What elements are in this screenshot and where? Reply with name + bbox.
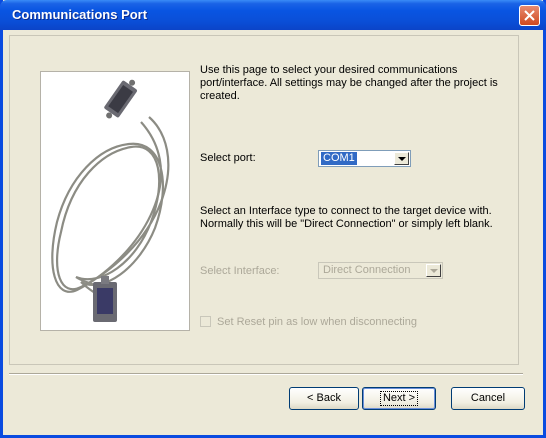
interface-select[interactable]: Direct Connection xyxy=(318,262,443,279)
interface-select-value: Direct Connection xyxy=(323,264,411,276)
port-select[interactable]: COM1 xyxy=(318,150,411,167)
next-button[interactable]: Next > xyxy=(362,387,436,410)
serial-cable-picture xyxy=(40,71,190,331)
title-bar[interactable]: Communications Port xyxy=(0,0,546,30)
back-button-label: < Back xyxy=(307,392,341,404)
intro-text: Use this page to select your desired com… xyxy=(200,64,498,102)
cancel-button-label: Cancel xyxy=(470,392,506,404)
interface-label: Select Interface: xyxy=(200,265,280,277)
back-button[interactable]: < Back xyxy=(289,387,359,410)
reset-pin-checkbox[interactable] xyxy=(200,316,211,327)
chevron-down-icon[interactable] xyxy=(426,264,441,277)
interface-text: Select an Interface type to connect to t… xyxy=(200,205,493,230)
next-button-label: Next > xyxy=(379,391,419,406)
close-button[interactable] xyxy=(519,5,540,26)
port-select-value: COM1 xyxy=(320,151,358,166)
port-label: Select port: xyxy=(200,152,256,164)
window-title: Communications Port xyxy=(12,7,148,22)
close-icon xyxy=(524,10,535,21)
divider xyxy=(9,373,523,375)
reset-pin-label: Set Reset pin as low when disconnecting xyxy=(217,316,417,328)
chevron-down-icon[interactable] xyxy=(394,152,409,165)
dialog-window: Communications Port Use this page to sel… xyxy=(0,0,546,438)
cancel-button[interactable]: Cancel xyxy=(451,387,525,410)
